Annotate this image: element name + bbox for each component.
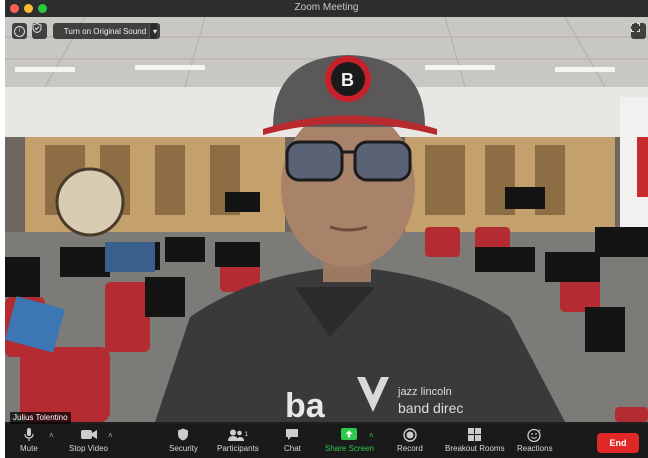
- encryption-badge[interactable]: [32, 23, 47, 39]
- video-feed: ba jazz lincoln band direc B i Turn on O…: [5, 17, 648, 422]
- svg-text:band direc: band direc: [398, 400, 463, 416]
- svg-text:+: +: [538, 428, 541, 434]
- reactions-label: Reactions: [517, 444, 553, 453]
- chevron-down-icon: ▾: [152, 26, 157, 36]
- microphone-icon: [24, 427, 34, 441]
- reactions-button[interactable]: + Reactions: [517, 427, 553, 454]
- stop-video-label: Stop Video: [69, 444, 108, 453]
- title-bar: Zoom Meeting: [5, 0, 648, 18]
- reactions-icon: +: [527, 428, 541, 442]
- zoom-window: Zoom Meeting ba jazz lincoln band direc …: [5, 0, 648, 458]
- original-sound-button[interactable]: Turn on Original Sound: [53, 23, 157, 39]
- audio-options-caret[interactable]: ˄: [49, 431, 54, 440]
- original-sound-dropdown[interactable]: ▾: [149, 23, 160, 39]
- svg-text:ba: ba: [285, 387, 326, 422]
- chat-button[interactable]: Chat: [284, 427, 301, 453]
- meeting-toolbar: Mute ˄ Stop Video ˄ Security 1 Participa…: [5, 424, 648, 458]
- breakout-rooms-button[interactable]: Breakout Rooms: [445, 427, 505, 453]
- participants-icon: [227, 429, 244, 441]
- record-label: Record: [397, 444, 423, 453]
- participant-name-tag: Julius Tolentino: [10, 412, 71, 424]
- stop-video-button[interactable]: Stop Video: [69, 427, 108, 453]
- share-screen-icon: [341, 428, 358, 440]
- share-screen-button[interactable]: Share Screen: [325, 427, 374, 453]
- info-icon: i: [14, 25, 25, 37]
- participants-count: 1: [244, 431, 249, 438]
- participants-label: Participants: [217, 444, 259, 453]
- fullscreen-button[interactable]: [631, 23, 646, 39]
- share-options-caret[interactable]: ˄: [369, 431, 374, 440]
- shield-check-icon: [32, 23, 42, 33]
- mute-label: Mute: [20, 444, 38, 453]
- shield-icon: [178, 428, 189, 441]
- video-options-caret[interactable]: ˄: [108, 431, 113, 440]
- breakout-rooms-icon: [468, 428, 482, 441]
- breakout-rooms-label: Breakout Rooms: [445, 444, 505, 453]
- security-button[interactable]: Security: [169, 427, 198, 453]
- svg-text:B: B: [341, 70, 354, 90]
- video-frame-image: ba jazz lincoln band direc B: [5, 17, 648, 422]
- fullscreen-icon: [631, 23, 640, 32]
- original-sound-label: Turn on Original Sound: [63, 26, 147, 36]
- meeting-info-button[interactable]: i: [12, 23, 27, 39]
- chat-label: Chat: [284, 444, 301, 453]
- share-screen-label: Share Screen: [325, 444, 374, 453]
- svg-text:jazz lincoln: jazz lincoln: [397, 386, 452, 398]
- participants-button[interactable]: 1 Participants: [217, 427, 259, 453]
- chat-icon: [286, 429, 299, 440]
- end-meeting-button[interactable]: End: [597, 433, 639, 453]
- window-title: Zoom Meeting: [294, 2, 359, 13]
- record-button[interactable]: Record: [397, 427, 423, 453]
- security-label: Security: [169, 444, 198, 453]
- mute-button[interactable]: Mute: [20, 427, 38, 453]
- record-icon: [403, 427, 417, 442]
- video-camera-icon: [80, 430, 97, 439]
